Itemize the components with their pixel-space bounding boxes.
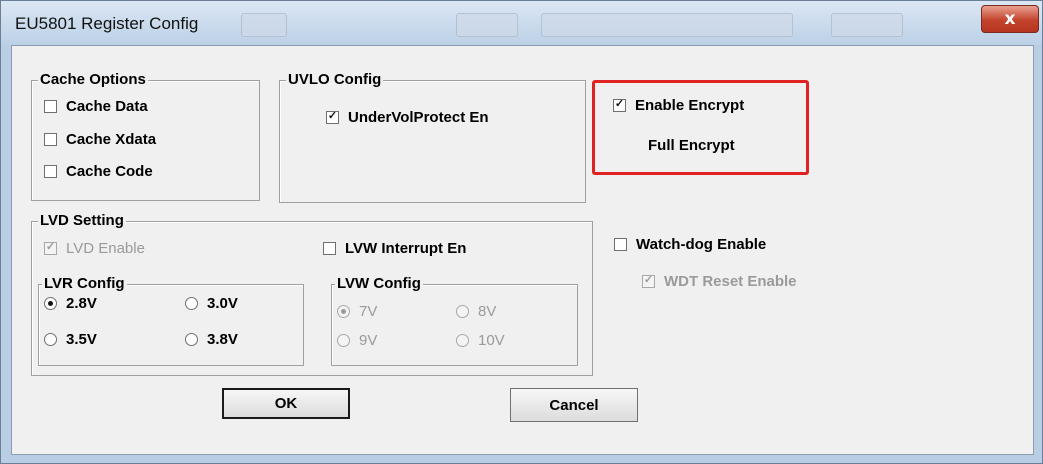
checkbox-box[interactable] bbox=[44, 100, 57, 113]
cancel-button-label: Cancel bbox=[549, 396, 599, 414]
close-button[interactable]: x bbox=[981, 5, 1039, 33]
lvw-8v-radio[interactable]: 8V bbox=[456, 303, 496, 320]
lvw-interrupt-label: LVW Interrupt En bbox=[345, 240, 467, 257]
lvd-enable-checkbox[interactable]: LVD Enable bbox=[44, 240, 145, 257]
lvr-3.5v-label: 3.5V bbox=[66, 331, 97, 348]
lvd-enable-label: LVD Enable bbox=[66, 240, 145, 257]
lvr-2.8v-label: 2.8V bbox=[66, 295, 97, 312]
undervolprotect-label: UnderVolProtect En bbox=[348, 109, 489, 126]
checkbox-box[interactable] bbox=[44, 165, 57, 178]
checkbox-box[interactable] bbox=[642, 275, 655, 288]
lvr-2.8v-radio[interactable]: 2.8V bbox=[44, 295, 97, 312]
lvw-8v-label: 8V bbox=[478, 303, 497, 320]
uvlo-config-legend: UVLO Config bbox=[286, 71, 384, 88]
lvw-10v-label: 10V bbox=[478, 332, 505, 349]
radio-dot[interactable] bbox=[44, 297, 57, 310]
encrypt-highlight-box bbox=[592, 80, 809, 175]
background-window-blur bbox=[241, 13, 287, 37]
lvr-3.5v-radio[interactable]: 3.5V bbox=[44, 331, 97, 348]
cache-options-legend: Cache Options bbox=[38, 71, 148, 88]
checkbox-box[interactable] bbox=[326, 111, 339, 124]
background-window-blur bbox=[456, 13, 518, 37]
checkbox-box[interactable] bbox=[44, 133, 57, 146]
cache-xdata-label: Cache Xdata bbox=[66, 131, 157, 148]
window-title: EU5801 Register Config bbox=[15, 14, 199, 33]
cache-data-checkbox[interactable]: Cache Data bbox=[44, 98, 148, 115]
lvw-config-legend: LVW Config bbox=[335, 275, 423, 292]
lvw-9v-label: 9V bbox=[359, 332, 378, 349]
lvd-setting-legend: LVD Setting bbox=[38, 212, 126, 229]
uvlo-config-group: UVLO Config UnderVolProtect En bbox=[279, 71, 586, 203]
ok-button[interactable]: OK bbox=[222, 388, 350, 419]
dialog-window: EU5801 Register Config x Cache Options C… bbox=[0, 0, 1043, 464]
watchdog-enable-checkbox[interactable]: Watch-dog Enable bbox=[614, 236, 766, 253]
dialog-client-area: Cache Options Cache Data Cache Xdata Cac… bbox=[11, 45, 1034, 455]
lvr-3.8v-radio[interactable]: 3.8V bbox=[185, 331, 238, 348]
lvw-7v-label: 7V bbox=[359, 303, 378, 320]
checkbox-box[interactable] bbox=[614, 238, 627, 251]
cache-data-label: Cache Data bbox=[66, 98, 148, 115]
title-bar[interactable]: EU5801 Register Config x bbox=[1, 1, 1042, 45]
enable-encrypt-checkbox[interactable]: Enable Encrypt bbox=[613, 97, 744, 114]
radio-dot[interactable] bbox=[456, 305, 469, 318]
lvd-setting-group: LVD Setting LVD Enable LVW Interrupt En … bbox=[31, 212, 593, 376]
radio-dot[interactable] bbox=[185, 297, 198, 310]
lvw-10v-radio[interactable]: 10V bbox=[456, 332, 505, 349]
background-window-blur bbox=[831, 13, 903, 37]
lvr-config-legend: LVR Config bbox=[42, 275, 127, 292]
lvw-9v-radio[interactable]: 9V bbox=[337, 332, 377, 349]
checkbox-box[interactable] bbox=[613, 99, 626, 112]
lvr-config-group: LVR Config 2.8V 3.0V 3.5V 3.8V bbox=[38, 275, 304, 366]
lvr-3.0v-radio[interactable]: 3.0V bbox=[185, 295, 238, 312]
radio-dot[interactable] bbox=[337, 305, 350, 318]
cache-code-checkbox[interactable]: Cache Code bbox=[44, 163, 153, 180]
wdt-reset-checkbox[interactable]: WDT Reset Enable bbox=[642, 273, 797, 290]
background-window-blur bbox=[541, 13, 793, 37]
lvw-interrupt-checkbox[interactable]: LVW Interrupt En bbox=[323, 240, 466, 257]
cache-code-label: Cache Code bbox=[66, 163, 153, 180]
wdt-reset-label: WDT Reset Enable bbox=[664, 273, 797, 290]
ok-button-label: OK bbox=[274, 395, 298, 412]
full-encrypt-text: Full Encrypt bbox=[648, 137, 735, 154]
cancel-button[interactable]: Cancel bbox=[510, 388, 638, 422]
checkbox-box[interactable] bbox=[323, 242, 336, 255]
cache-options-group: Cache Options Cache Data Cache Xdata Cac… bbox=[31, 71, 260, 201]
enable-encrypt-label: Enable Encrypt bbox=[635, 97, 745, 114]
radio-dot[interactable] bbox=[337, 334, 350, 347]
radio-dot[interactable] bbox=[44, 333, 57, 346]
lvr-3.0v-label: 3.0V bbox=[207, 295, 238, 312]
lvw-config-group: LVW Config 7V 8V 9V 10V bbox=[331, 275, 578, 366]
lvr-3.8v-label: 3.8V bbox=[207, 331, 238, 348]
watchdog-enable-label: Watch-dog Enable bbox=[636, 236, 767, 253]
radio-dot[interactable] bbox=[185, 333, 198, 346]
cache-xdata-checkbox[interactable]: Cache Xdata bbox=[44, 131, 156, 148]
lvw-7v-radio[interactable]: 7V bbox=[337, 303, 377, 320]
checkbox-box[interactable] bbox=[44, 242, 57, 255]
undervolprotect-checkbox[interactable]: UnderVolProtect En bbox=[326, 109, 489, 126]
close-icon: x bbox=[1004, 9, 1016, 29]
radio-dot[interactable] bbox=[456, 334, 469, 347]
